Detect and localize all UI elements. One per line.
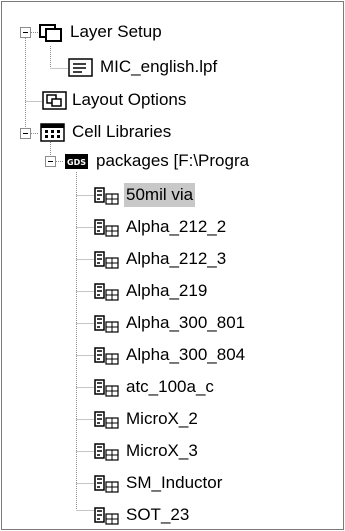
cell-libraries-label: Cell Libraries — [72, 122, 172, 141]
gds-icon: GDS — [64, 152, 88, 172]
project-tree: Layer Setup MIC_english.lpf Layout Optio… — [2, 2, 343, 529]
cell-label: MicroX_3 — [126, 441, 198, 460]
layer-setup-expander[interactable] — [20, 27, 31, 38]
cell-icon — [94, 250, 119, 270]
cell-icon — [94, 346, 119, 366]
mic-english-lpf-label: MIC_english.lpf — [100, 57, 218, 76]
cell-label: SM_Inductor — [126, 473, 223, 492]
cell-label: atc_100a_c — [126, 377, 214, 396]
packages-expander[interactable] — [45, 156, 56, 167]
layer-setup-icon — [39, 23, 63, 43]
cell-icon — [94, 218, 119, 238]
file-icon — [68, 58, 93, 78]
cell-icon — [94, 506, 119, 526]
tree-panel: Layer Setup MIC_english.lpf Layout Optio… — [1, 1, 344, 530]
cell-icon — [94, 442, 119, 462]
packages-label: packages [F:\Progra — [96, 151, 250, 170]
cell-icon — [94, 378, 119, 398]
cell-label: SOT_23 — [126, 505, 190, 524]
cell-label: Alpha_300_801 — [126, 313, 246, 332]
cell-label: MicroX_2 — [126, 409, 198, 428]
cell-icon — [94, 314, 119, 334]
layer-setup-label: Layer Setup — [70, 22, 162, 41]
gds-icon-text: GDS — [67, 158, 86, 167]
cell-icon — [94, 410, 119, 430]
cell-label: Alpha_212_2 — [126, 217, 227, 236]
cell-label: 50mil via — [124, 183, 196, 207]
layout-options-label: Layout Options — [72, 90, 187, 109]
cell-libraries-icon — [40, 123, 65, 143]
cell-label: Alpha_219 — [126, 281, 208, 300]
cell-label: Alpha_212_3 — [126, 249, 227, 268]
cell-label: Alpha_300_804 — [126, 345, 246, 364]
cell-libraries-expander[interactable] — [20, 128, 31, 139]
cell-icon — [94, 282, 119, 302]
cell-icon — [94, 186, 119, 206]
layout-options-icon — [42, 91, 67, 111]
cell-icon — [94, 474, 119, 494]
